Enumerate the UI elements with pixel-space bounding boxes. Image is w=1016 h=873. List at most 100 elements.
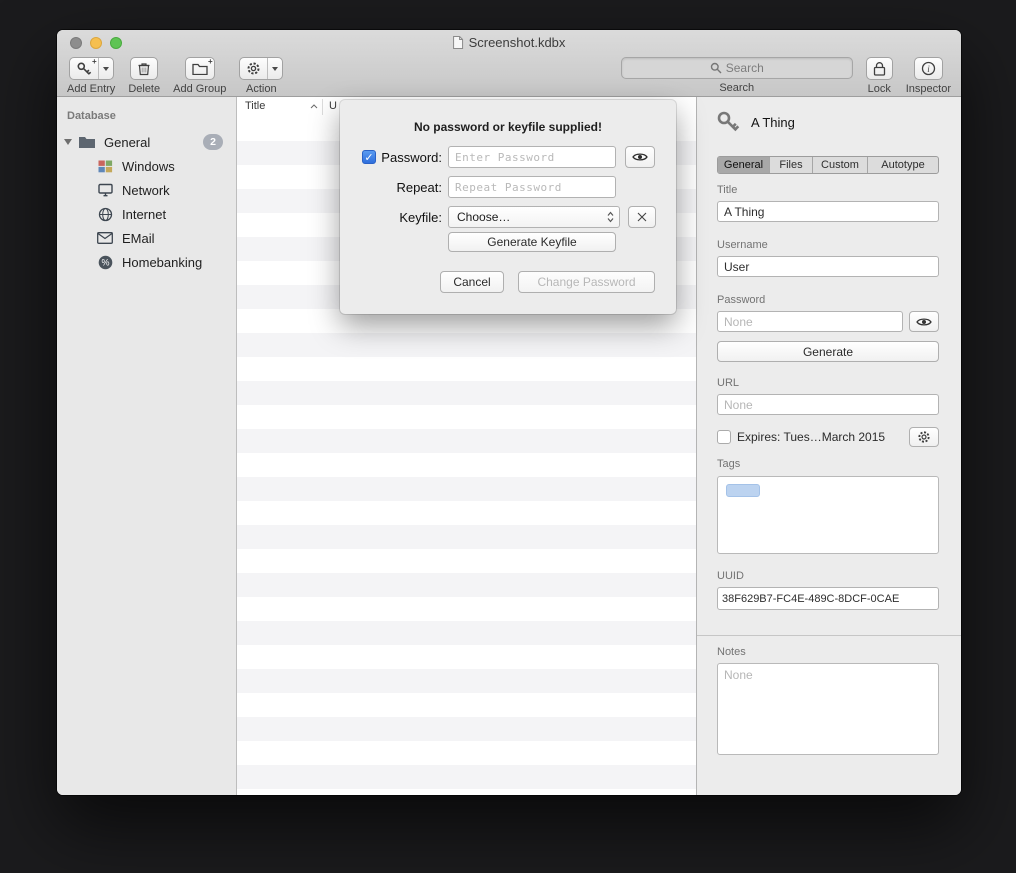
generate-keyfile-button[interactable]: Generate Keyfile [448, 232, 616, 252]
delete-button[interactable] [130, 57, 158, 80]
traffic-lights [70, 37, 122, 49]
sidebar-header: Database [67, 110, 236, 122]
tab-files[interactable]: Files [770, 157, 813, 173]
expires-row: Expires: Tues…March 2015 [717, 427, 903, 447]
clear-keyfile-button[interactable] [628, 206, 656, 228]
expires-settings-button[interactable] [909, 427, 939, 447]
gear-icon [246, 61, 261, 76]
internet-globe-icon [96, 207, 114, 222]
keyfile-popup[interactable]: Choose… [448, 206, 620, 228]
chevron-down-icon [103, 67, 109, 71]
group-label: Network [122, 183, 170, 198]
add-entry-group: + Add Entry [67, 57, 115, 95]
change-password-dialog: No password or keyfile supplied! ✓ Passw… [340, 100, 676, 314]
document-proxy-icon[interactable] [453, 36, 464, 49]
sidebar-item-general[interactable]: General 2 [57, 130, 236, 154]
column-header-username[interactable]: U [329, 100, 337, 112]
title-label: Title [717, 184, 737, 196]
action-label: Action [246, 83, 277, 95]
inspector-button[interactable]: i [914, 57, 943, 80]
title-field[interactable] [717, 201, 939, 222]
sidebar: Database General 2 Windows [57, 97, 237, 795]
trash-icon [137, 61, 151, 76]
window-chrome: Screenshot.kdbx + Add Entry [57, 30, 961, 97]
sidebar-item-network[interactable]: Network [57, 178, 236, 202]
gear-icon [917, 430, 931, 444]
action-group: Action [239, 57, 283, 95]
password-checkbox[interactable]: ✓ [362, 150, 376, 164]
add-group-button[interactable]: + [185, 57, 215, 80]
search-icon [710, 62, 722, 74]
column-header-title[interactable]: Title [245, 100, 265, 112]
search-label: Search [719, 82, 754, 94]
url-label: URL [717, 377, 739, 389]
uuid-label: UUID [717, 570, 744, 582]
tags-field[interactable] [717, 476, 939, 554]
info-icon: i [921, 61, 936, 76]
homebanking-percent-icon: % [96, 255, 114, 270]
zoom-button[interactable] [110, 37, 122, 49]
delete-label: Delete [128, 83, 160, 95]
keyfile-selected-value: Choose… [457, 210, 510, 224]
entry-title: A Thing [751, 115, 795, 130]
dialog-message: No password or keyfile supplied! [340, 120, 676, 134]
enter-password-input[interactable] [448, 146, 616, 168]
sidebar-item-windows[interactable]: Windows [57, 154, 236, 178]
inspector-tabs: General Files Custom Autotype [717, 156, 939, 174]
close-button[interactable] [70, 37, 82, 49]
sidebar-item-internet[interactable]: Internet [57, 202, 236, 226]
add-group-group: + Add Group [173, 57, 226, 95]
password-field[interactable] [717, 311, 903, 332]
expires-checkbox[interactable] [717, 430, 731, 444]
uuid-field[interactable] [717, 587, 939, 610]
plus-badge-icon: + [208, 58, 213, 66]
repeat-label: Repeat: [362, 180, 442, 195]
close-x-icon [636, 211, 648, 223]
disclosure-triangle-icon[interactable] [64, 139, 72, 145]
group-label: Windows [122, 159, 175, 174]
reveal-password-button[interactable] [909, 311, 939, 332]
entry-count-badge: 2 [203, 134, 223, 150]
tab-autotype[interactable]: Autotype [868, 157, 938, 173]
inspector-label: Inspector [906, 83, 951, 95]
group-label: General [104, 135, 150, 150]
minimize-button[interactable] [90, 37, 102, 49]
group-label: Homebanking [122, 255, 202, 270]
sort-ascending-icon [310, 104, 318, 109]
folder-icon [78, 135, 96, 149]
sidebar-item-email[interactable]: EMail [57, 226, 236, 250]
reveal-password-button[interactable] [625, 146, 655, 168]
url-field[interactable] [717, 394, 939, 415]
sidebar-item-homebanking[interactable]: % Homebanking [57, 250, 236, 274]
search-group: Search Search [621, 57, 853, 94]
inspector-group: i Inspector [906, 57, 951, 95]
generate-password-button[interactable]: Generate [717, 341, 939, 362]
username-field[interactable] [717, 256, 939, 277]
eye-icon [916, 317, 932, 327]
action-button[interactable] [239, 57, 283, 80]
email-envelope-icon [96, 232, 114, 244]
key-plus-icon [76, 61, 92, 77]
repeat-password-input[interactable] [448, 176, 616, 198]
notes-field[interactable] [717, 663, 939, 755]
search-input[interactable]: Search [621, 57, 853, 79]
app-window: Screenshot.kdbx + Add Entry [57, 30, 961, 795]
keyfile-row: Keyfile: Choose… [340, 206, 676, 228]
add-entry-button[interactable]: + [69, 57, 114, 80]
add-entry-dropdown[interactable] [98, 58, 113, 79]
username-label: Username [717, 239, 768, 251]
change-password-button[interactable]: Change Password [518, 271, 655, 293]
tag-chip[interactable] [726, 484, 760, 497]
column-divider[interactable] [322, 99, 323, 115]
inspector-panel: A Thing General Files Custom Autotype Ti… [697, 97, 961, 795]
tab-general[interactable]: General [718, 157, 770, 173]
action-dropdown[interactable] [267, 58, 282, 79]
password-row: ✓ Password: [340, 146, 676, 168]
chevron-down-icon [272, 67, 278, 71]
svg-text:%: % [101, 257, 109, 267]
inspector-header: A Thing [715, 108, 795, 136]
tab-custom[interactable]: Custom [813, 157, 868, 173]
cancel-button[interactable]: Cancel [440, 271, 504, 293]
add-entry-main[interactable]: + [70, 58, 98, 79]
lock-button[interactable] [866, 57, 893, 80]
